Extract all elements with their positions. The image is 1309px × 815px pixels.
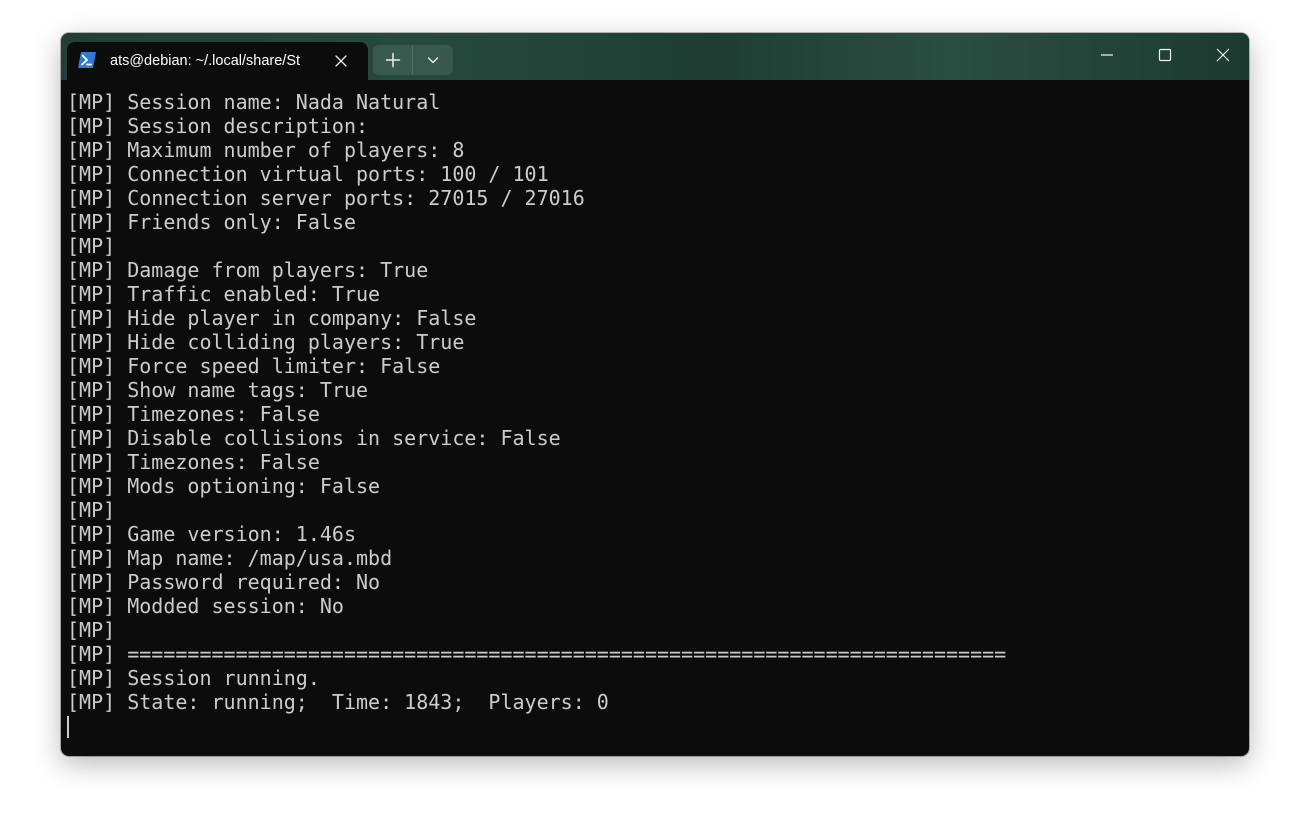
new-tab-button[interactable] <box>373 45 412 75</box>
plus-icon <box>385 52 400 68</box>
terminal-line: [MP] Disable collisions in service: Fals… <box>67 426 561 450</box>
terminal-line: [MP] Connection server ports: 27015 / 27… <box>67 186 585 210</box>
terminal-line: [MP] Traffic enabled: True <box>67 282 381 306</box>
terminal-line: [MP] Show name tags: True <box>67 378 369 402</box>
terminal-window: ats@debian: ~/.local/share/St [MP] Sessi… <box>61 33 1249 756</box>
terminal-line: [MP] Damage from players: True <box>67 258 429 282</box>
terminal-line: [MP] Hide player in company: False <box>67 306 477 330</box>
text-cursor <box>67 716 69 738</box>
close-button[interactable] <box>1194 33 1249 77</box>
tab-terminal[interactable]: ats@debian: ~/.local/share/St <box>67 42 368 80</box>
terminal-line: [MP] <box>67 618 116 642</box>
tab-close-button[interactable] <box>331 51 351 71</box>
terminal-line: [MP] <box>67 498 116 522</box>
terminal-output[interactable]: [MP] Session name: Nada Natural [MP] Ses… <box>67 90 1243 750</box>
tab-title: ats@debian: ~/.local/share/St <box>110 53 301 69</box>
minimize-icon <box>1101 54 1113 56</box>
terminal-line: [MP] ===================================… <box>67 642 1007 666</box>
terminal-line: [MP] Friends only: False <box>67 210 356 234</box>
terminal-line: [MP] Map name: /map/usa.mbd <box>67 546 393 570</box>
terminal-line: [MP] State: running; Time: 1843; Players… <box>67 690 609 714</box>
new-tab-group <box>373 45 453 75</box>
terminal-line: [MP] Modded session: No <box>67 594 344 618</box>
terminal-line: [MP] Mods optioning: False <box>67 474 381 498</box>
terminal-line: [MP] Game version: 1.46s <box>67 522 356 546</box>
terminal-line: [MP] Hide colliding players: True <box>67 330 465 354</box>
chevron-down-icon <box>427 57 438 64</box>
maximize-icon <box>1158 48 1172 62</box>
terminal-line: [MP] Session description: <box>67 114 369 138</box>
terminal-line: [MP] <box>67 234 116 258</box>
terminal-line: [MP] Password required: No <box>67 570 381 594</box>
close-icon <box>1216 48 1230 62</box>
terminal-line: [MP] Maximum number of players: 8 <box>67 138 465 162</box>
tab-dropdown-button[interactable] <box>413 45 452 75</box>
terminal-line: [MP] Timezones: False <box>67 402 320 426</box>
close-icon <box>335 55 347 67</box>
minimize-button[interactable] <box>1078 33 1136 77</box>
terminal-line: [MP] Force speed limiter: False <box>67 354 441 378</box>
terminal-line: [MP] Session name: Nada Natural <box>67 90 441 114</box>
title-bar[interactable]: ats@debian: ~/.local/share/St <box>61 33 1249 80</box>
maximize-button[interactable] <box>1136 33 1194 77</box>
powershell-icon <box>78 52 96 68</box>
terminal-line: [MP] Connection virtual ports: 100 / 101 <box>67 162 549 186</box>
terminal-line: [MP] Session running. <box>67 666 320 690</box>
terminal-line: [MP] Timezones: False <box>67 450 320 474</box>
